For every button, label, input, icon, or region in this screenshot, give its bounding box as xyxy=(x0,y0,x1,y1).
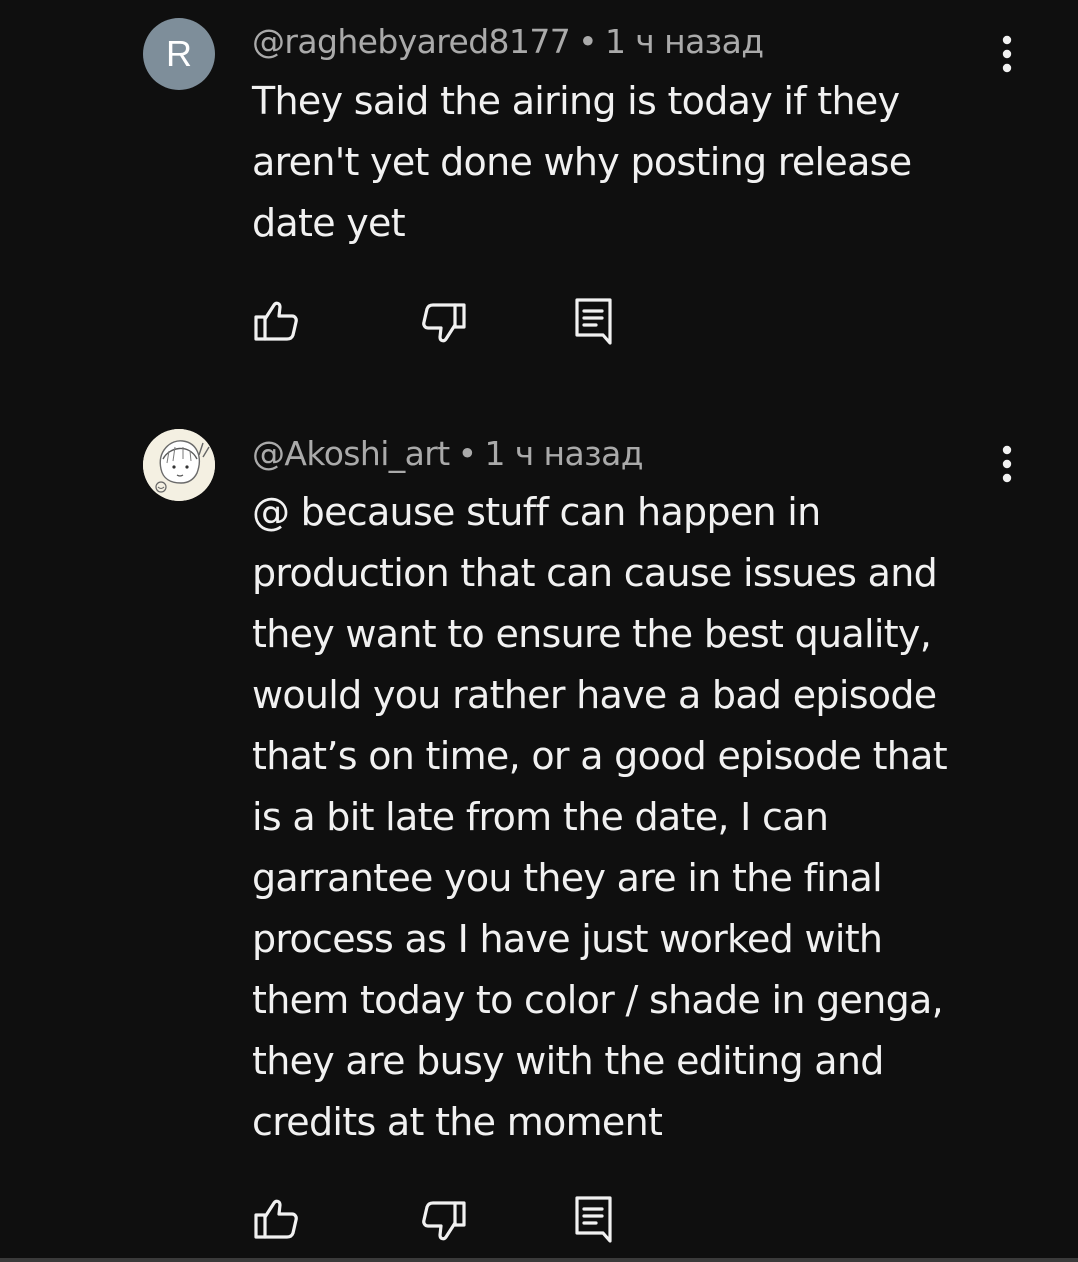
reply-icon[interactable] xyxy=(572,1195,620,1243)
meta-separator: • xyxy=(578,22,598,61)
comment-header: @Akoshi_art • 1 ч назад xyxy=(252,434,644,474)
avatar[interactable] xyxy=(143,429,215,501)
reply-icon[interactable] xyxy=(572,297,620,345)
comment-author[interactable]: @Akoshi_art xyxy=(252,434,450,473)
thumb-down-icon[interactable] xyxy=(420,299,468,347)
avatar-illustration xyxy=(143,429,215,501)
comment-text: They said the airing is today if they ar… xyxy=(252,79,912,245)
comment-header: @raghebyared8177 • 1 ч назад xyxy=(252,22,764,62)
comment-time: 1 ч назад xyxy=(484,434,643,473)
thumb-up-icon[interactable] xyxy=(252,297,300,345)
meta-separator: • xyxy=(457,434,477,473)
comment-text: @ because stuff can happen in production… xyxy=(252,490,948,1144)
bottom-divider xyxy=(0,1258,1078,1262)
thumb-up-icon[interactable] xyxy=(252,1195,300,1243)
more-vert-icon[interactable] xyxy=(988,440,1028,488)
thumb-down-icon[interactable] xyxy=(420,1197,468,1245)
comment-author[interactable]: @raghebyared8177 xyxy=(252,22,571,61)
avatar[interactable]: R xyxy=(143,18,215,90)
comment-time: 1 ч назад xyxy=(605,22,764,61)
